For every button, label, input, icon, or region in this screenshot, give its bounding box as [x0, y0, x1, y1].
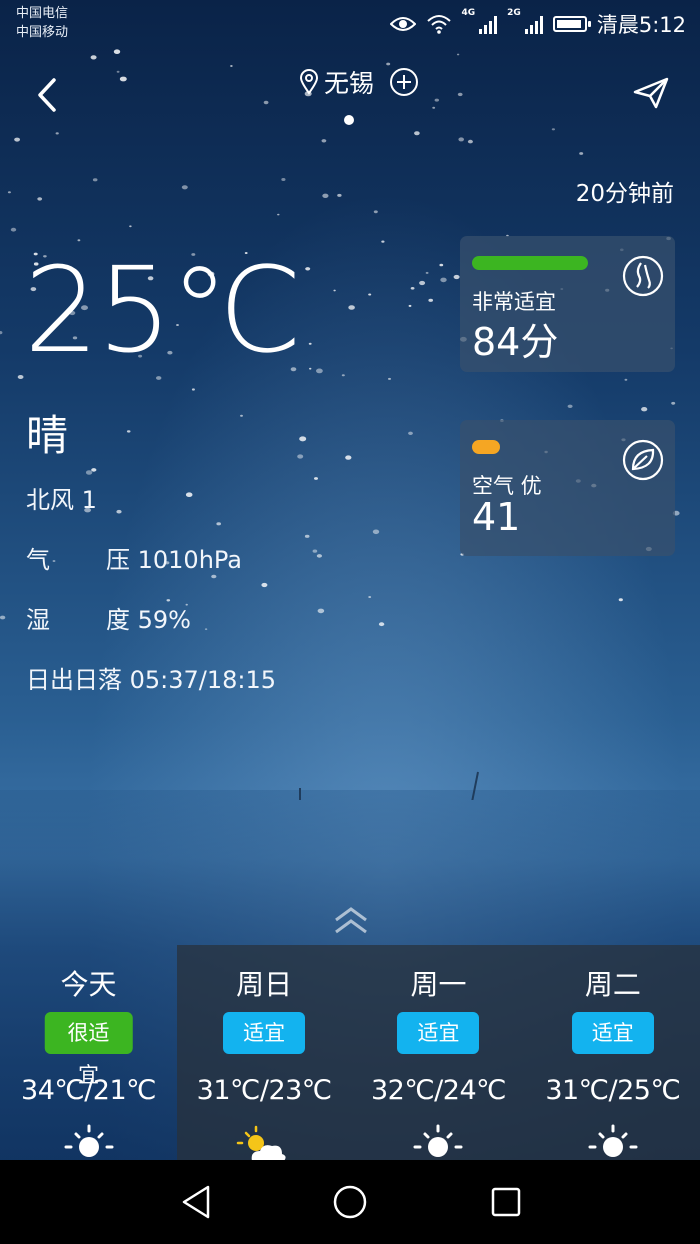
- weather-condition: 晴: [26, 411, 69, 460]
- signal-icon: [479, 14, 498, 34]
- humidity-info: 湿 度 59%: [26, 600, 191, 635]
- forecast-day[interactable]: 周二 适宜 31℃/25℃: [526, 945, 700, 1160]
- location-pin-icon: [300, 69, 318, 95]
- carrier-2: 中国移动: [16, 25, 69, 40]
- expand-up-icon[interactable]: [330, 900, 372, 940]
- forecast-day-name: 今天: [60, 968, 117, 1001]
- eye-icon: [389, 17, 416, 31]
- status-time: 清晨5:12: [596, 13, 686, 37]
- pressure-key: 气: [26, 546, 50, 574]
- sunrise-sunset-info: 日出日落 05:37/18:15: [26, 666, 277, 694]
- humidity-value: 度 59%: [106, 606, 191, 634]
- pressure-info: 气 压 1010hPa: [26, 540, 242, 575]
- update-time: 20分钟前: [575, 181, 674, 207]
- sun-icon: [588, 1124, 638, 1157]
- forecast-comfort-badge: 适宜: [397, 1012, 480, 1054]
- forecast-day-name: 周二: [584, 968, 641, 1001]
- forecast-temp-range: 31℃/25℃: [545, 1075, 681, 1106]
- network-type-1: 4G: [461, 8, 476, 18]
- forecast-temp-range: 32℃/24℃: [371, 1075, 506, 1106]
- comfort-bar: [472, 256, 588, 270]
- network-type-2: 2G: [507, 8, 521, 18]
- comfort-card[interactable]: 非常适宜 84分: [460, 236, 675, 372]
- signal-icon: [524, 14, 543, 34]
- status-bar: 中国电信 中国移动 4G 2G 清晨5:12: [0, 0, 700, 48]
- nav-back-icon[interactable]: [180, 1184, 212, 1220]
- forecast-day[interactable]: 周一 适宜 32℃/24℃: [351, 945, 525, 1160]
- partly-cloudy-icon: [236, 1125, 286, 1161]
- forecast-strip: 今天 很适宜 34℃/21℃ 周日 适宜 31℃/23℃ 周一 适宜 32℃/2…: [0, 945, 700, 1161]
- air-quality-bar: [472, 440, 500, 454]
- city-name: 无锡: [324, 69, 375, 98]
- humidity-key: 湿: [26, 606, 50, 634]
- forecast-temp-range: 31℃/23℃: [196, 1075, 332, 1106]
- carrier-labels: 中国电信 中国移动: [16, 4, 68, 42]
- carrier-1: 中国电信: [16, 6, 69, 21]
- back-arrow-icon[interactable]: [30, 72, 70, 118]
- wind-info: 北风 1: [26, 486, 97, 514]
- battery-icon: [552, 16, 591, 32]
- share-icon[interactable]: [632, 76, 670, 110]
- forecast-day-name: 周日: [236, 968, 293, 1001]
- comfort-icon: [622, 255, 664, 297]
- nav-home-icon[interactable]: [332, 1184, 368, 1220]
- forecast-comfort-badge: 适宜: [223, 1012, 306, 1054]
- wifi-icon: [426, 15, 451, 34]
- air-quality-card[interactable]: 空气 优 41: [460, 420, 675, 556]
- leaf-icon: [622, 439, 664, 481]
- page-indicator-dot: [344, 115, 354, 125]
- forecast-day[interactable]: 今天 很适宜 34℃/21℃: [0, 945, 177, 1160]
- city-selector[interactable]: 无锡: [300, 64, 419, 100]
- nav-recent-apps-icon[interactable]: [490, 1186, 522, 1218]
- pressure-value: 压 1010hPa: [106, 546, 243, 574]
- forecast-day[interactable]: 周日 适宜 31℃/23℃: [177, 945, 351, 1161]
- sun-icon: [413, 1124, 463, 1157]
- air-quality-value: 41: [472, 495, 521, 539]
- current-temperature: 25℃: [24, 241, 303, 379]
- add-city-icon[interactable]: [390, 68, 419, 96]
- forecast-temp-range: 34℃/21℃: [21, 1075, 156, 1106]
- sun-icon: [64, 1124, 113, 1157]
- forecast-day-name: 周一: [410, 968, 467, 1001]
- system-nav-bar: [0, 1160, 700, 1244]
- forecast-comfort-badge: 很适宜: [44, 1012, 133, 1087]
- comfort-score: 84分: [472, 320, 559, 364]
- forecast-comfort-badge: 适宜: [571, 1012, 654, 1054]
